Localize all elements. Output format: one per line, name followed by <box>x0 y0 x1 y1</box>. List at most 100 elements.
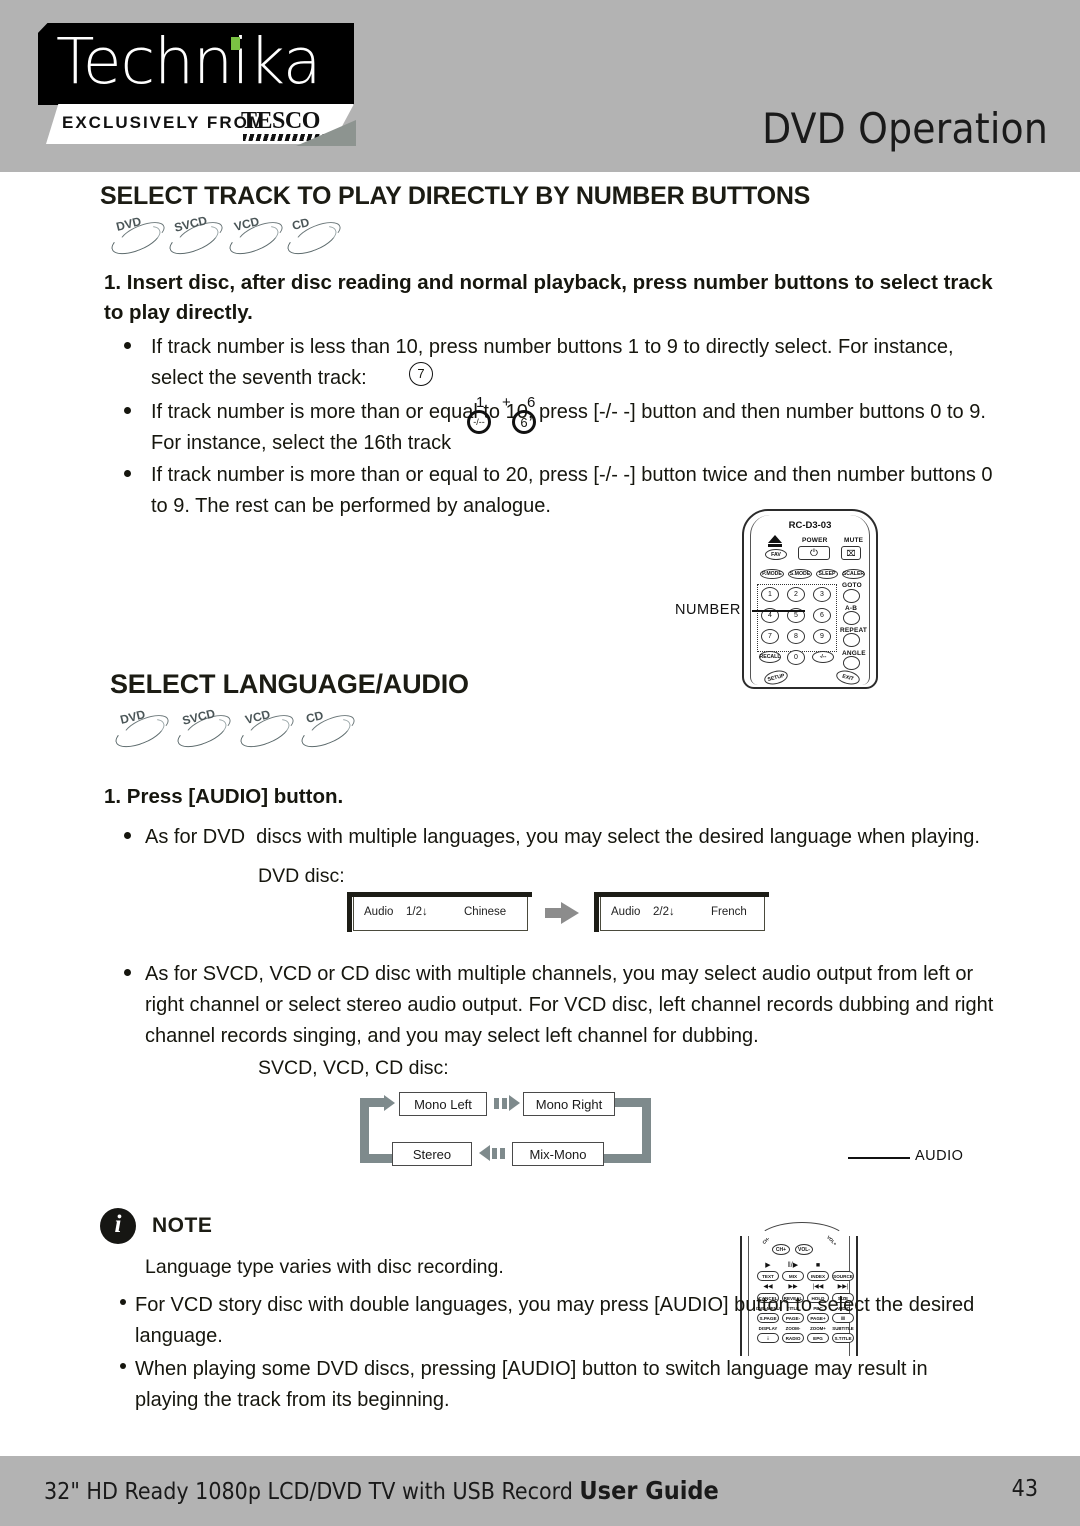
remote-model-label: RC-D3-03 <box>788 520 832 531</box>
bullet-text: When playing some DVD discs, pressing [A… <box>135 1358 928 1411</box>
key-dash-dash-icon: -/-- <box>467 410 491 434</box>
bullet-track-under-ten: If track number is less than 10, press n… <box>124 332 984 394</box>
remote-button-7[interactable]: 7 <box>761 629 779 644</box>
pause-play-icon: ‖/▶ <box>787 1262 799 1269</box>
logo-tesco-wordmark: TESCO <box>241 108 320 134</box>
remote-button-scaler[interactable]: SCALER <box>842 569 865 579</box>
osd-box-right: Audio 2/2↓ French <box>594 892 769 932</box>
bullet-dot-icon <box>124 832 131 839</box>
note-info-icon: i <box>100 1208 136 1244</box>
remote-button-sleep[interactable]: SLEEP <box>816 569 838 579</box>
disc-badge-cd: CD <box>283 215 346 260</box>
remote-label-goto: GOTO <box>842 582 862 589</box>
remote-button-smode[interactable]: S.MODE <box>788 569 812 579</box>
remote-button-dash-dash[interactable]: -/-- <box>812 651 834 663</box>
bullet-dot-icon <box>120 1299 126 1305</box>
cycle-arrow-into-mono-left <box>384 1095 395 1111</box>
footer-product-text: 32" HD Ready 1080p LCD/DVD TV with USB R… <box>44 1479 580 1505</box>
section-title-select-track: SELECT TRACK TO PLAY DIRECTLY BY NUMBER … <box>100 182 811 210</box>
disc-badges-section1: DVD SVCD VCD CD <box>107 213 428 260</box>
remote-button-pmode[interactable]: P.MODE <box>760 569 784 579</box>
svcd-disc-caption: SVCD, VCD, CD disc: <box>258 1057 449 1079</box>
logo-wordmark: Technika <box>56 25 322 98</box>
annot-plus-sign: + <box>502 394 511 411</box>
remote-button-2[interactable]: 2 <box>787 587 805 602</box>
remote-label-mute: MUTE <box>844 537 864 544</box>
bullet-dot-icon <box>124 969 131 976</box>
remote2-button-ch-plus[interactable]: CH+ <box>772 1244 790 1255</box>
cycle-bottom-right-bar <box>603 1154 651 1163</box>
osd-field-label: Audio <box>611 906 641 918</box>
note-heading: NOTE <box>152 1214 213 1237</box>
remote2-button-text[interactable]: TEXT <box>757 1271 779 1281</box>
dvd-disc-caption: DVD disc: <box>258 865 345 887</box>
play-icon: ▶ <box>765 1262 771 1269</box>
remote-button-0[interactable]: 0 <box>787 650 805 665</box>
bullet-text: If track number is more than or equal to… <box>151 401 986 454</box>
cycle-node-mono-right: Mono Right <box>523 1092 615 1116</box>
osd-field-label: Audio <box>364 906 394 918</box>
step-press-audio: 1. Press [AUDIO] button. <box>104 785 344 808</box>
remote-button-1[interactable]: 1 <box>761 587 779 602</box>
mute-icon: ⌧ <box>846 548 856 558</box>
bullet-dot-icon <box>124 342 131 349</box>
remote2-button-vol-minus[interactable]: VOL- <box>795 1244 813 1255</box>
cycle-arrow-into-mono-right <box>509 1095 520 1111</box>
note-bullet-vcd-story-disc: For VCD story disc with double languages… <box>120 1290 990 1352</box>
remote-button-ab[interactable] <box>843 611 860 625</box>
remote-button-angle[interactable] <box>843 656 860 670</box>
remote-button-6[interactable]: 6 <box>813 608 831 623</box>
step-insert-disc: 1. Insert disc, after disc reading and n… <box>104 271 993 324</box>
disc-badge-svcd-2: SVCD <box>173 706 236 753</box>
bullet-track-ten-or-more: If track number is more than or equal to… <box>124 394 1009 459</box>
cycle-bottom-left-bar <box>360 1154 392 1163</box>
note-bullet-dvd-switch-language: When playing some DVD discs, pressing [A… <box>120 1354 990 1416</box>
callout-number-line <box>752 610 805 612</box>
note-body-text: Language type varies with disc recording… <box>145 1256 504 1278</box>
remote-label-power: POWER <box>802 537 828 544</box>
logo-green-dot <box>231 37 240 50</box>
remote-button-goto[interactable] <box>843 589 860 603</box>
remote-control-number-diagram: RC-D3-03 FAV POWER ⏻ MUTE ⌧ P.MODE S.MOD… <box>742 509 878 689</box>
callout-audio-line <box>848 1157 910 1159</box>
remote2-button-index[interactable]: INDEX <box>807 1271 829 1281</box>
remote-button-fav[interactable]: FAV <box>765 549 787 560</box>
disc-badge-dvd-2: DVD <box>111 707 174 753</box>
remote-button-recall[interactable]: RECALL <box>759 651 781 663</box>
bullet-text: If track number is less than 10, press n… <box>151 336 954 389</box>
callout-audio-label: AUDIO <box>915 1148 964 1164</box>
bullet-svcd-channels: As for SVCD, VCD or CD disc with multipl… <box>124 959 1014 1052</box>
remote2-button-mix[interactable]: MIX <box>782 1271 804 1281</box>
remote-button-8[interactable]: 8 <box>787 629 805 644</box>
disc-badge-dvd: DVD <box>107 214 170 260</box>
key-six-icon: 6 <box>512 410 536 434</box>
cycle-tick-3 <box>500 1148 505 1159</box>
eject-icon <box>768 535 782 543</box>
disc-badge-cd-2: CD <box>297 708 360 753</box>
remote-button-repeat[interactable] <box>843 633 860 647</box>
bullet-dot-icon <box>124 407 131 414</box>
disc-badge-vcd-2: VCD <box>236 707 299 753</box>
bullet-dot-icon <box>120 1363 126 1369</box>
disc-badge-vcd: VCD <box>225 214 288 260</box>
section-title-select-language: SELECT LANGUAGE/AUDIO <box>110 669 469 699</box>
remote-button-3[interactable]: 3 <box>813 587 831 602</box>
disc-badges-section2: DVD SVCD VCD CD <box>111 706 452 753</box>
remote-button-9[interactable]: 9 <box>813 629 831 644</box>
logo-tagline: EXCLUSIVELY FROM <box>62 113 265 132</box>
callout-number-label: NUMBER <box>675 602 741 618</box>
bullet-text: For VCD story disc with double languages… <box>135 1294 975 1347</box>
power-icon: ⏻ <box>810 547 818 559</box>
remote-button-power[interactable]: ⏻ <box>798 546 830 560</box>
bullet-text: As for DVD discs with multiple languages… <box>145 826 980 848</box>
remote2-button-source[interactable]: SOURCE <box>832 1271 854 1281</box>
eject-icon-bar <box>768 544 782 547</box>
cycle-tick-1 <box>494 1098 499 1109</box>
bullet-dvd-languages: As for DVD discs with multiple languages… <box>124 822 1004 853</box>
stop-icon: ■ <box>815 1262 821 1269</box>
osd-index-value: 1/2↓ <box>406 906 428 918</box>
page-footer-band: 32" HD Ready 1080p LCD/DVD TV with USB R… <box>0 1456 1080 1526</box>
remote-button-mute[interactable]: ⌧ <box>841 546 861 560</box>
technika-logo: Technika EXCLUSIVELY FROM TESCO <box>38 23 358 146</box>
page-header-band: Technika EXCLUSIVELY FROM TESCO DVD Oper… <box>0 0 1080 172</box>
